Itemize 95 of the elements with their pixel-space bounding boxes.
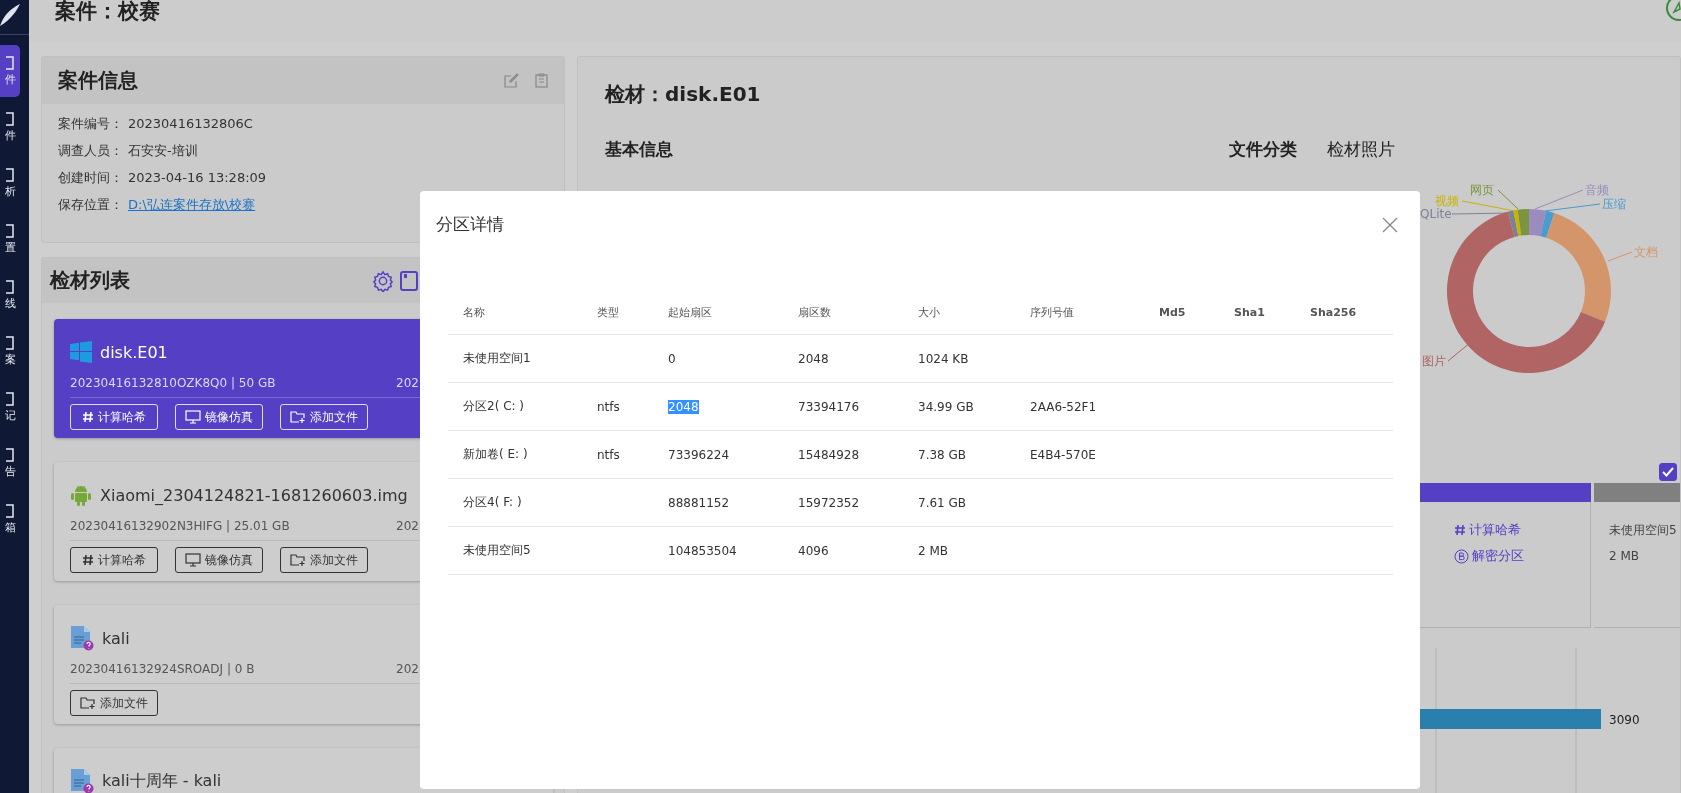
table-cell: ntfs xyxy=(597,399,620,414)
action-button[interactable]: 添加文件 xyxy=(70,690,158,716)
field-label: 保存位置： xyxy=(58,196,124,214)
table-cell: 73394176 xyxy=(798,399,860,414)
evidence-name: Xiaomi_2304124821-1681260603.img xyxy=(100,485,408,505)
tab[interactable]: 文件分类 xyxy=(1229,137,1297,161)
table-cell: 未使用空间1 xyxy=(463,351,531,365)
evidence-title: 检材：disk.E01 xyxy=(605,81,762,108)
evidence-date: 202 xyxy=(396,375,420,392)
table-cell: 88881152 xyxy=(668,495,730,510)
table-cell: 4096 xyxy=(798,543,829,558)
evidence-date: 202 xyxy=(396,661,420,678)
table-cell: 104853504 xyxy=(668,543,737,558)
column-header: 扇区数 xyxy=(783,290,903,335)
table-cell: 34.99 GB xyxy=(918,399,974,414)
column-header: 类型 xyxy=(582,290,653,335)
field-label: 调查人员： xyxy=(58,142,124,160)
field-label: 创建时间： xyxy=(58,169,124,187)
chart-label: 网页 xyxy=(1470,183,1494,197)
dialog-title: 分区详情 xyxy=(436,213,504,236)
table-cell: 73396224 xyxy=(668,447,730,462)
sidebar-label: 线 xyxy=(4,298,16,310)
action-button[interactable]: 镜像仿真 xyxy=(175,547,263,573)
section-title: 基本信息 xyxy=(605,138,674,161)
field-value: 2023-04-16 13:28:09 xyxy=(128,169,267,187)
field-value: 石安安-培训 xyxy=(128,142,198,160)
partition-size: 2 MB xyxy=(1609,548,1641,565)
sidebar-item[interactable]: 告 xyxy=(0,437,20,489)
column-header: 大小 xyxy=(903,290,1015,335)
evidence-meta: 20230416132924SROADJ | 0 B xyxy=(70,661,256,678)
chart-label: 图片 xyxy=(1422,354,1446,368)
action-button[interactable]: 镜像仿真 xyxy=(175,404,263,430)
action-button[interactable]: 添加文件 xyxy=(280,404,368,430)
table-cell: 15972352 xyxy=(798,495,860,510)
column-header: 序列号值 xyxy=(1015,290,1144,335)
chart-label: 压缩 xyxy=(1602,197,1626,211)
field-value: 20230416132806C xyxy=(128,115,253,133)
table-cell: 2AA6-52F1 xyxy=(1030,399,1097,414)
table-cell: 15484928 xyxy=(798,447,860,462)
partition-name: 未使用空间5 xyxy=(1609,522,1678,539)
field-label: 案件编号： xyxy=(58,115,124,133)
column-header: Sha1 xyxy=(1219,290,1295,335)
tab[interactable]: 检材照片 xyxy=(1327,137,1395,161)
column-header: Md5 xyxy=(1144,290,1219,335)
table-cell: 2048 xyxy=(798,351,829,366)
action-button[interactable]: 添加文件 xyxy=(280,547,368,573)
table-cell: E4B4-570E xyxy=(1030,447,1096,462)
sidebar-label: 置 xyxy=(4,242,16,254)
table-cell: 1024 KB xyxy=(918,351,969,366)
evidence-name: kali十周年 - kali xyxy=(102,770,222,792)
sidebar-item[interactable]: 箱 xyxy=(0,493,20,545)
sidebar-item[interactable]: 置 xyxy=(0,213,20,265)
chart-label: QLite xyxy=(1420,207,1452,221)
sidebar-item[interactable]: 析 xyxy=(0,157,20,209)
sidebar-item[interactable]: 记 xyxy=(0,381,20,433)
sidebar-item[interactable]: 件 xyxy=(0,45,20,97)
evidence-name: disk.E01 xyxy=(100,342,168,362)
partition-action-link[interactable]: 解密分区 xyxy=(1454,546,1590,566)
table-cell: 2048 xyxy=(668,399,699,414)
action-button[interactable]: 计算哈希 xyxy=(70,547,158,573)
table-cell: 2 MB xyxy=(918,543,949,558)
sidebar-item[interactable]: 案 xyxy=(0,325,20,377)
sidebar-item[interactable]: 件 xyxy=(0,101,20,153)
table-cell: 7.38 GB xyxy=(918,447,967,462)
table-cell: 新加卷( E: ) xyxy=(463,447,528,461)
sidebar-item[interactable]: 线 xyxy=(0,269,20,321)
chart-label: 文档 xyxy=(1634,245,1658,259)
table-cell: ntfs xyxy=(597,447,620,462)
table-cell: 未使用空间5 xyxy=(463,543,531,557)
partition-action-link[interactable]: 计算哈希 xyxy=(1454,520,1590,540)
action-button[interactable]: 计算哈希 xyxy=(70,404,158,430)
table-cell: 0 xyxy=(668,351,676,366)
page-title: 案件：校赛 xyxy=(55,0,160,22)
sidebar-label: 件 xyxy=(4,74,16,86)
bar-value-label: 3090 xyxy=(1609,713,1640,727)
evidence-meta: 20230416132902N3HIFG | 25.01 GB xyxy=(70,518,291,535)
sidebar-label: 记 xyxy=(4,410,16,422)
column-header: 名称 xyxy=(448,290,582,335)
evidence-date: 202 xyxy=(396,518,420,535)
sidebar-label: 案 xyxy=(4,354,16,366)
chart-label: 视频 xyxy=(1435,194,1459,208)
table-cell: 分区2( C: ) xyxy=(463,399,525,413)
sidebar-label: 箱 xyxy=(4,522,16,534)
sidebar-label: 件 xyxy=(4,130,16,142)
column-header: Sha256 xyxy=(1295,290,1393,335)
evidence-name: kali xyxy=(102,628,130,648)
table-cell: 7.61 GB xyxy=(918,495,967,510)
table-cell: 分区4( F: ) xyxy=(463,495,522,509)
chart-label: 音频 xyxy=(1585,183,1609,197)
sidebar-label: 析 xyxy=(4,186,16,198)
evidence-meta: 20230416132810OZK8Q0 | 50 GB xyxy=(70,375,277,392)
panel-title: 案件信息 xyxy=(58,67,139,94)
panel-title: 检材列表 xyxy=(50,267,131,294)
sidebar-label: 告 xyxy=(4,466,16,478)
column-header: 起始扇区 xyxy=(653,290,783,335)
